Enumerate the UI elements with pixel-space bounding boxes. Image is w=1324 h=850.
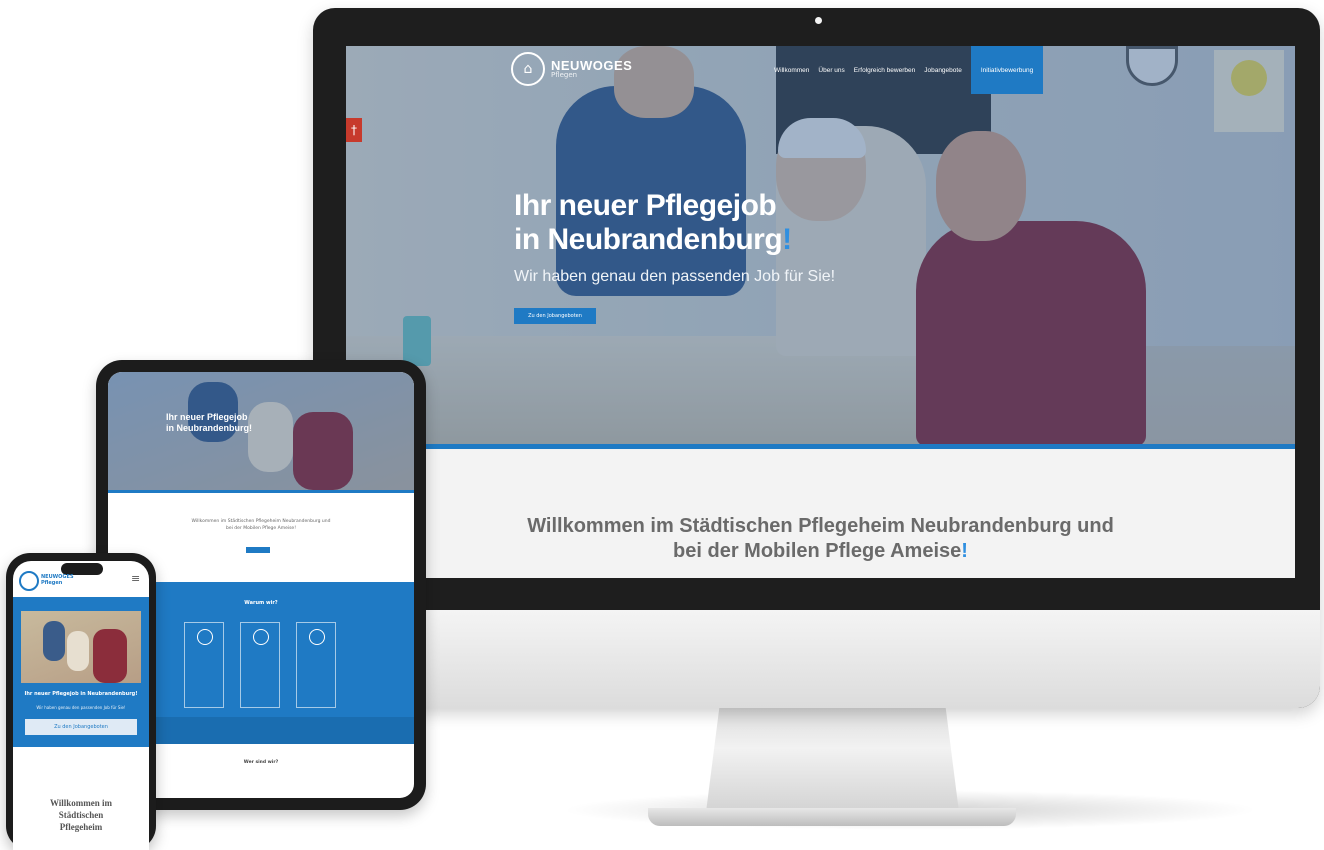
nav-item-willkommen[interactable]: Willkommen [774, 67, 809, 74]
hamburger-menu-icon[interactable]: ≡ [131, 573, 143, 584]
nav-cta-initiativbewerbung[interactable]: Initiativbewerbung [970, 46, 1044, 94]
feature-icon [253, 629, 269, 645]
hero-title-accent: ! [782, 223, 792, 256]
welcome-line2: bei der Mobilen Pflege Ameise [673, 540, 962, 562]
tablet-welcome-heading: Willkommen im Städtischen Pflegeheim Neu… [108, 518, 414, 532]
flag-icon[interactable]: † [346, 118, 362, 142]
phone-hero-photo [21, 611, 141, 683]
tablet-small-button[interactable] [246, 547, 270, 553]
logo-icon[interactable] [19, 571, 39, 591]
phone-photo-elderly-woman [67, 631, 89, 671]
phone-welcome-heading: Willkommen im Städtischen Pflegeheim [13, 797, 149, 833]
phone-jobs-button[interactable]: Zu den Jobangeboten [25, 719, 137, 735]
jobs-button[interactable]: Zu den Jobangeboten [514, 308, 596, 324]
hero-overlay [346, 46, 1295, 446]
main-nav: Willkommen Über uns Erfolgreich bewerben… [774, 46, 1044, 94]
imac-stand [705, 700, 960, 820]
welcome-accent: ! [961, 540, 968, 562]
phone-device: NEUWOGES Pflegen ≡ Ihr neuer Pflegejob i… [6, 553, 156, 850]
nav-item-erfolgreich-bewerben[interactable]: Erfolgreich bewerben [854, 67, 915, 74]
tablet-hero-overlay [108, 372, 414, 490]
camera-icon [815, 17, 822, 24]
tablet-welcome-line1: Willkommen im Städtischen Pflegeheim Neu… [191, 519, 331, 524]
phone-logo-line2: Pflegen [41, 580, 63, 586]
hero-title-line2: in Neubrandenburg [514, 223, 783, 256]
logo-tagline: Pflegen [551, 71, 578, 79]
phone-hero-title: Ihr neuer Pflegejob in Neubrandenburg! [24, 691, 138, 697]
imac-chin [313, 610, 1320, 708]
tablet-hero-title-line2: in Neubrandenburg! [166, 423, 252, 433]
phone-website: NEUWOGES Pflegen ≡ Ihr neuer Pflegejob i… [13, 561, 149, 850]
phone-photo-nurse-female [43, 621, 65, 661]
hero-divider [346, 444, 1295, 449]
feature-icon [309, 629, 325, 645]
hero-section: ⌂ NEUWOGES Pflegen Willkommen Über uns E… [346, 46, 1295, 446]
tablet-hero-title: Ihr neuer Pflegejob in Neubrandenburg! [166, 412, 252, 434]
site-logo[interactable]: ⌂ NEUWOGES Pflegen [511, 52, 632, 86]
imac-foot [648, 808, 1016, 826]
phone-logo-text: NEUWOGES Pflegen [41, 574, 74, 586]
logo-icon: ⌂ [511, 52, 545, 86]
tablet-welcome-line2: bei der Mobilen Pflege Ameise! [225, 526, 297, 531]
hero-title-line1: Ihr neuer Pflegejob [514, 189, 777, 222]
tablet-feature-card [296, 622, 336, 708]
phone-photo-nurse-male [93, 629, 127, 683]
feature-icon [197, 629, 213, 645]
tablet-feature-card [240, 622, 280, 708]
phone-welcome-line1: Willkommen im [49, 798, 113, 808]
phone-welcome-line2: Städtischen [58, 810, 104, 820]
phone-welcome-line3: Pflegeheim [59, 822, 103, 832]
welcome-line1: Willkommen im Städtischen Pflegeheim Neu… [527, 515, 1114, 537]
nav-item-ueber-uns[interactable]: Über uns [818, 67, 844, 74]
hero-subtitle: Wir haben genau den passenden Job für Si… [514, 268, 836, 285]
tablet-hero-title-line1: Ihr neuer Pflegejob [166, 412, 248, 422]
tablet-hero-divider [108, 490, 414, 493]
welcome-heading: Willkommen im Städtischen Pflegeheim Neu… [346, 514, 1295, 564]
tablet-hero: Ihr neuer Pflegejob in Neubrandenburg! [108, 372, 414, 490]
tablet-feature-card [184, 622, 224, 708]
hero-title: Ihr neuer Pflegejob in Neubrandenburg! [514, 189, 792, 257]
phone-hero-subtitle: Wir haben genau den passenden Job für Si… [36, 705, 126, 710]
nav-item-jobangebote[interactable]: Jobangebote [924, 67, 962, 74]
desktop-website: ⌂ NEUWOGES Pflegen Willkommen Über uns E… [346, 46, 1295, 578]
logo-text: NEUWOGES Pflegen [551, 59, 632, 79]
